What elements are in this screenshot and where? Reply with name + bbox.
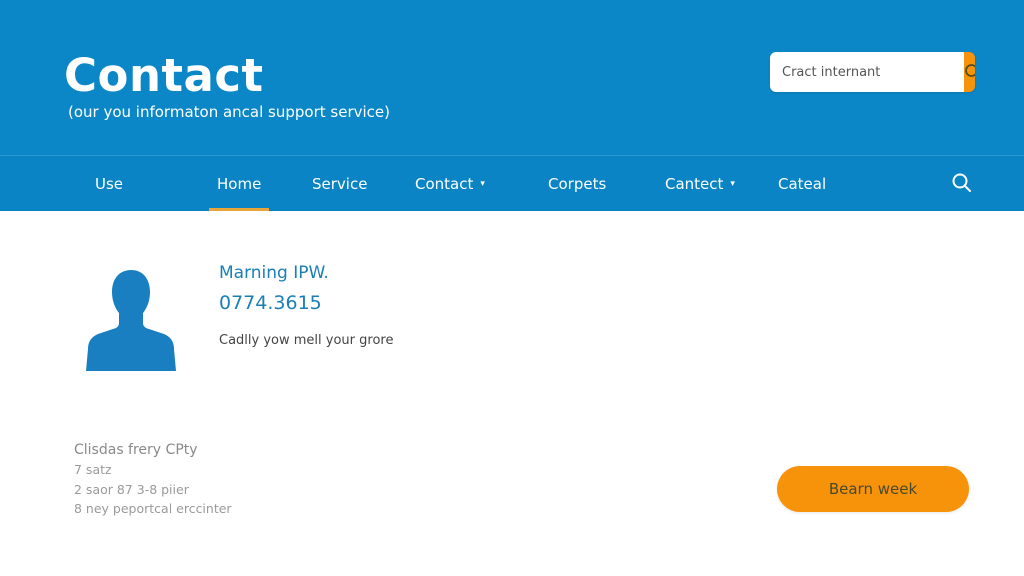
search-icon — [952, 173, 971, 192]
contact-description: Cadlly yow mell your grore — [219, 333, 394, 348]
nav-item-label: Service — [312, 174, 368, 193]
nav-item-label: Contact — [415, 174, 474, 193]
nav-item-contact[interactable]: Contact ▾ — [415, 156, 485, 211]
nav-item-label: Cantect — [665, 174, 724, 193]
info-line: 8 ney peportcal erccinter — [74, 501, 232, 516]
nav-item-label: Use — [95, 174, 124, 193]
nav-item-home[interactable]: Home — [208, 156, 270, 211]
info-line: 7 satz — [74, 462, 112, 477]
contact-phone: 0774.3615 — [219, 292, 322, 314]
cta-button[interactable]: Bearn week — [777, 466, 969, 512]
page-subtitle: (our you informaton ancal support servic… — [68, 103, 390, 121]
nav-item-service[interactable]: Service — [312, 156, 367, 211]
nav-item-label: Home — [217, 174, 262, 193]
nav-search-button[interactable] — [951, 172, 973, 194]
contact-name: Marning IPW. — [219, 263, 329, 283]
header-search — [770, 52, 975, 92]
user-silhouette-icon — [86, 270, 176, 371]
nav-item-use[interactable]: Use — [95, 156, 123, 211]
nav-item-corpets[interactable]: Corpets — [548, 156, 606, 211]
search-input[interactable] — [770, 52, 964, 92]
nav-item-label: Corpets — [548, 174, 607, 193]
nav-item-label: Cateal — [778, 174, 827, 193]
nav-item-cantect[interactable]: Cantect ▾ — [665, 156, 735, 211]
search-icon — [965, 64, 975, 77]
page-title: Contact — [64, 49, 264, 102]
search-button[interactable] — [964, 52, 975, 92]
info-title: Clisdas frery CPty — [74, 442, 198, 458]
chevron-down-icon: ▾ — [730, 178, 735, 189]
main-nav: Use Home Service Contact ▾ Corpets Cante… — [0, 155, 1024, 211]
page-header: Contact (our you informaton ancal suppor… — [0, 0, 1024, 156]
info-block: Clisdas frery CPty 7 satz 2 saor 87 3-8 … — [74, 440, 232, 519]
chevron-down-icon: ▾ — [480, 178, 485, 189]
nav-item-cateal[interactable]: Cateal — [778, 156, 826, 211]
info-line: 2 saor 87 3-8 piier — [74, 481, 189, 497]
